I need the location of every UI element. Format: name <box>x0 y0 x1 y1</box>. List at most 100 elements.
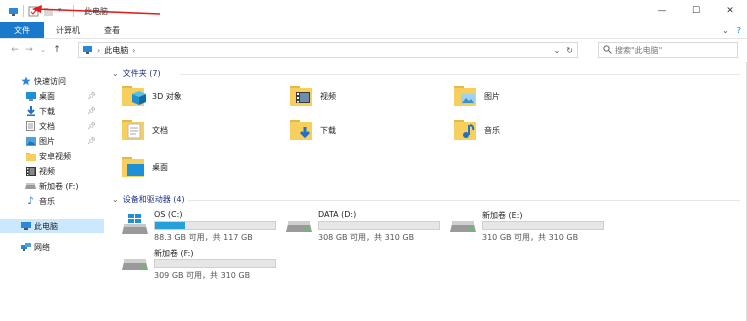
sidebar-item-quick-access[interactable]: 快速访问 <box>0 74 104 88</box>
toolbar-divider <box>73 5 74 17</box>
window-controls: — ☐ ✕ <box>645 0 747 22</box>
drive-usage-bar <box>482 221 604 230</box>
chevron-down-icon[interactable]: ⌄ <box>112 195 119 204</box>
minimize-button[interactable]: — <box>645 0 679 22</box>
folder-music[interactable]: 音乐 <box>454 118 500 142</box>
sidebar-item-videos[interactable]: 视频 <box>0 164 104 178</box>
sidebar-item-drive-f[interactable]: 新加卷 (F:) <box>0 179 104 193</box>
folder-label: 下载 <box>320 125 336 135</box>
sidebar-item-label: 图片 <box>39 136 55 146</box>
sidebar-item-network[interactable]: 网络 <box>0 240 104 254</box>
breadcrumb[interactable]: 此电脑 <box>104 45 128 56</box>
pin-icon: 📌︎ <box>87 107 96 115</box>
sidebar-item-label: 网络 <box>34 242 50 252</box>
chevron-down-icon[interactable]: ⌄ <box>112 69 119 78</box>
drive-icon <box>25 181 36 192</box>
folder-pictures[interactable]: 图片 <box>454 84 500 108</box>
address-bar[interactable]: › 此电脑 › ⌄ ↻ <box>78 42 578 58</box>
documents-folder-icon <box>122 118 148 142</box>
music-folder-icon <box>454 118 480 142</box>
music-icon: ♪ <box>27 195 34 207</box>
expand-ribbon-icon[interactable]: ⌄ <box>722 26 729 35</box>
folders-section-header[interactable]: ⌄ 文件夹 (7) <box>112 68 161 79</box>
picture-icon <box>25 136 36 147</box>
tab-file[interactable]: 文件 <box>0 22 44 38</box>
drive-name: 新加卷 (E:) <box>482 211 523 220</box>
search-box[interactable]: 搜索"此电脑" <box>598 42 738 58</box>
folder-desktop[interactable]: 桌面 <box>122 155 168 179</box>
sidebar-item-label: 新加卷 (F:) <box>39 181 79 191</box>
search-placeholder: 搜索"此电脑" <box>615 45 663 55</box>
folder-label: 3D 对象 <box>152 91 182 101</box>
folder-3d-objects[interactable]: 3D 对象 <box>122 84 182 108</box>
help-icon[interactable]: ? <box>737 26 741 35</box>
downloads-folder-icon <box>290 118 316 142</box>
network-icon <box>20 242 31 253</box>
drive-f[interactable]: 新加卷 (F:) 309 GB 可用，共 310 GB <box>122 248 292 280</box>
sidebar-item-music[interactable]: ♪ 音乐 <box>0 194 104 208</box>
tab-view[interactable]: 查看 <box>92 22 132 38</box>
tab-computer[interactable]: 计算机 <box>44 22 92 38</box>
drive-d[interactable]: DATA (D:) 308 GB 可用，共 310 GB <box>286 210 456 242</box>
sidebar-item-label: 文档 <box>39 121 55 131</box>
window-title: 此电脑 <box>84 6 108 16</box>
drive-e[interactable]: 新加卷 (E:) 310 GB 可用，共 310 GB <box>450 210 620 242</box>
address-dropdown-icon[interactable]: ⌄ <box>554 46 561 55</box>
star-icon <box>20 76 31 87</box>
breadcrumb-chevron-icon[interactable]: › <box>132 46 135 55</box>
document-icon <box>25 121 36 132</box>
sidebar-item-label: 桌面 <box>39 91 55 101</box>
folder-label: 视频 <box>320 91 336 101</box>
recent-locations-button[interactable]: ⌄ <box>36 42 50 58</box>
section-divider <box>188 200 740 201</box>
close-button[interactable]: ✕ <box>713 0 747 22</box>
drive-c[interactable]: OS (C:) 88.3 GB 可用，共 117 GB <box>122 210 292 242</box>
title-bar: ▾ 此电脑 — ☐ ✕ <box>0 0 747 22</box>
refresh-icon[interactable]: ↻ <box>566 46 573 55</box>
folder-documents[interactable]: 文档 <box>122 118 168 142</box>
drives-section-header[interactable]: ⌄ 设备和驱动器 (4) <box>112 194 185 205</box>
drive-free-space: 308 GB 可用，共 310 GB <box>318 233 415 242</box>
pc-icon[interactable] <box>8 6 19 17</box>
sidebar-item-this-pc[interactable]: 此电脑 <box>0 219 104 233</box>
sidebar-item-label: 音乐 <box>39 196 55 206</box>
address-bar-controls: ⌄ ↻ <box>554 43 573 57</box>
windows-drive-icon <box>122 214 148 236</box>
navigation-bar: ← → ⌄ ↑ › 此电脑 › ⌄ ↻ 搜索"此电脑" <box>0 40 747 60</box>
hard-drive-icon <box>286 214 312 236</box>
drive-name: 新加卷 (F:) <box>154 249 194 258</box>
section-title: 设备和驱动器 (4) <box>122 195 185 204</box>
properties-icon[interactable] <box>28 6 39 17</box>
breadcrumb-chevron-icon[interactable]: › <box>97 46 100 55</box>
back-button[interactable]: ← <box>8 42 22 58</box>
sidebar-item-documents[interactable]: 文档 📌︎ <box>0 119 104 133</box>
sidebar-item-label: 此电脑 <box>34 221 58 231</box>
sidebar-item-downloads[interactable]: 下载 📌︎ <box>0 104 104 118</box>
sidebar-item-pictures[interactable]: 图片 📌︎ <box>0 134 104 148</box>
search-icon <box>603 44 612 56</box>
drive-usage-bar <box>154 221 276 230</box>
pin-icon: 📌︎ <box>87 137 96 145</box>
maximize-button[interactable]: ☐ <box>679 0 713 22</box>
forward-button[interactable]: → <box>22 42 36 58</box>
sidebar-item-desktop[interactable]: 桌面 📌︎ <box>0 89 104 103</box>
folder-downloads[interactable]: 下载 <box>290 118 336 142</box>
ribbon-right-controls: ⌄ ? <box>722 22 741 39</box>
drive-name: DATA (D:) <box>318 210 357 219</box>
video-icon <box>25 166 36 177</box>
pin-icon: 📌︎ <box>87 122 96 130</box>
new-folder-icon[interactable] <box>43 6 54 17</box>
up-button[interactable]: ↑ <box>50 42 64 58</box>
drive-free-space: 310 GB 可用，共 310 GB <box>482 233 579 242</box>
hard-drive-icon <box>122 252 148 274</box>
desktop-icon <box>25 91 36 102</box>
customize-dropdown-icon[interactable]: ▾ <box>58 6 69 17</box>
desktop-folder-icon <box>122 155 148 179</box>
sidebar-item-android-videos[interactable]: 安卓视频 <box>0 149 104 163</box>
drive-usage-bar <box>318 221 440 230</box>
folder-videos[interactable]: 视频 <box>290 84 336 108</box>
pictures-folder-icon <box>454 84 480 108</box>
folder-label: 桌面 <box>152 162 168 172</box>
sidebar-item-label: 视频 <box>39 166 55 176</box>
drive-usage-fill <box>155 222 185 229</box>
